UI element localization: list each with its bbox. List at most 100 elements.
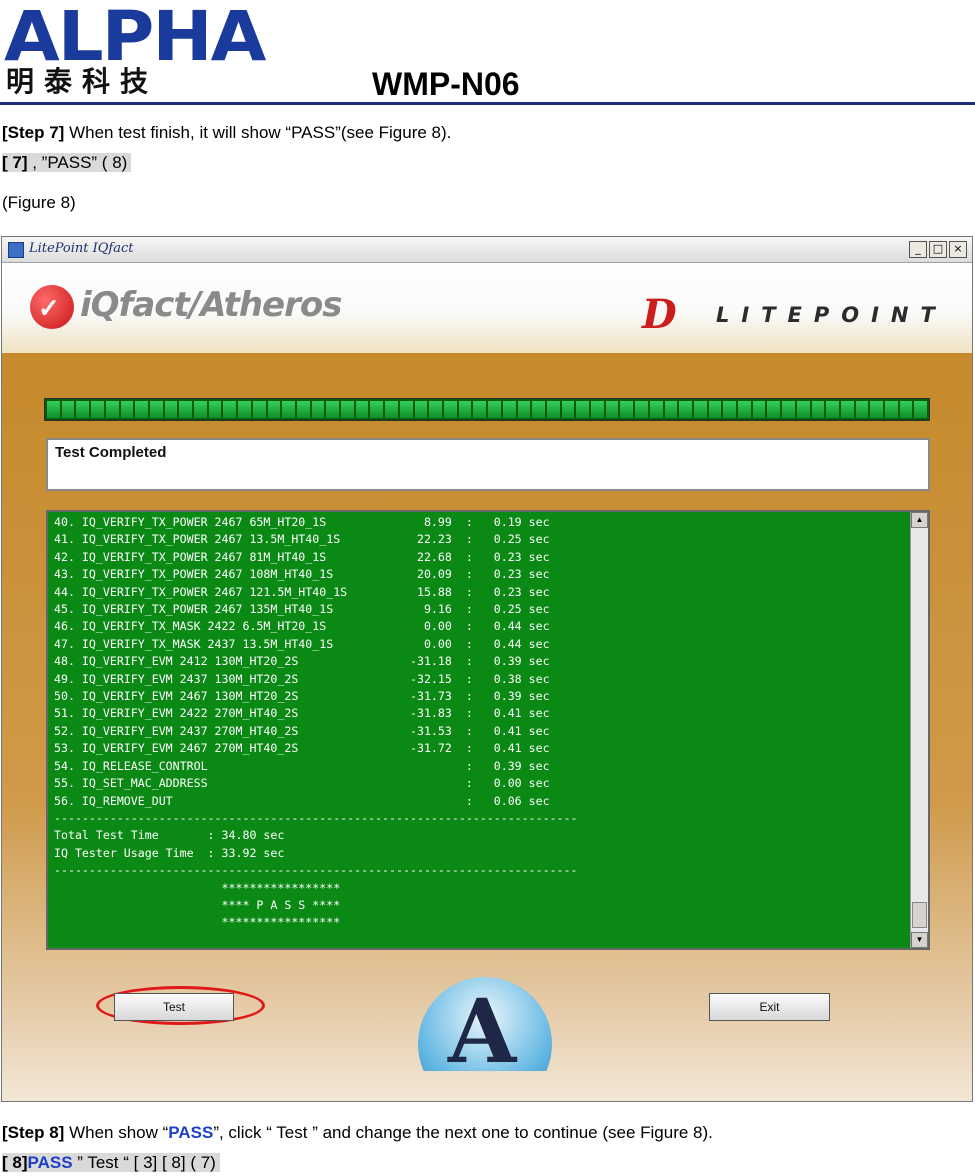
litepoint-logo-icon: D [642,291,677,338]
progress-segment [782,401,795,418]
progress-segment [326,401,340,418]
progress-segment [458,401,472,418]
step8-cn-text: ” Test “ [ 3] [ 8] ( 7) [72,1153,216,1172]
log-line: Total Test Time : 34.80 sec [54,828,285,843]
emblem-letter: A [448,979,517,1071]
step7-text: When test finish, it will show “PASS”(se… [64,123,452,142]
alpha-emblem-icon: A [418,977,552,1071]
step7-paragraph: [Step 7] When test finish, it will show … [2,122,451,144]
log-line: 55. IQ_SET_MAC_ADDRESS : 0.00 sec [54,776,550,791]
progress-segment [179,401,193,418]
log-line: ***************** [54,880,341,895]
step7-cn-paragraph: [ 7] , ”PASS” ( 8) [2,152,132,174]
vendor-name: LITEPOINT [716,303,947,327]
log-line: 45. IQ_VERIFY_TX_POWER 2467 135M_HT40_1S… [54,602,550,617]
progress-segment [267,401,281,418]
step8-pre: When show “ [64,1123,169,1142]
progress-segment [620,401,634,418]
progress-segment [591,401,604,418]
company-logo: ALPHA [4,0,266,76]
step8-cn-paragraph: [ 8]PASS ” Test “ [ 3] [ 8] ( 7) [2,1152,220,1174]
log-line: IQ Tester Usage Time : 33.92 sec [54,845,285,860]
progress-segment [76,401,90,418]
progress-segment [561,401,575,418]
maximize-button[interactable]: □ [929,241,947,258]
progress-segment [429,401,442,418]
log-line: 44. IQ_VERIFY_TX_POWER 2467 121.5M_HT40_… [54,584,550,599]
scroll-thumb[interactable] [912,902,927,928]
progress-segment [61,401,75,418]
iqfact-window: LitePoint IQfact _ □ × ✓ iQfact/Atheros … [1,236,973,1102]
progress-segment [679,401,692,418]
company-logo-cjk: 明泰科技 [6,65,159,98]
progress-segment [693,401,707,418]
progress-segment [811,401,825,418]
progress-segment [870,401,884,418]
progress-segment [399,401,413,418]
progress-segment [282,401,295,418]
progress-segment [649,401,663,418]
progress-segment [252,401,266,418]
progress-segment [164,401,178,418]
progress-segment [723,401,737,418]
progress-segment [855,401,869,418]
close-button[interactable]: × [949,241,967,258]
step8-cn-shading: [ 8]PASS ” Test “ [ 3] [ 8] ( 7) [2,1153,220,1172]
progress-segment [899,401,913,418]
step8-cn-label: [ 8] [2,1153,28,1172]
log-line: 48. IQ_VERIFY_EVM 2412 130M_HT20_2S -31.… [54,654,550,669]
progress-segment [414,401,428,418]
progress-segment [826,401,839,418]
step7-cn-label: [ 7] [2,153,28,172]
progress-segment [546,401,560,418]
progress-segment [796,401,810,418]
progress-segment [443,401,457,418]
log-line: ----------------------------------------… [54,810,578,825]
progress-segment [738,401,751,418]
window-titlebar[interactable]: LitePoint IQfact _ □ × [2,237,972,263]
scroll-down-arrow-icon[interactable]: ▼ [911,932,928,948]
log-line: ***************** [54,915,341,930]
log-line: 49. IQ_VERIFY_EVM 2437 130M_HT20_2S -32.… [54,671,550,686]
progress-segment [296,401,310,418]
progress-segment [105,401,119,418]
log-line: 51. IQ_VERIFY_EVM 2422 270M_HT40_2S -31.… [54,706,550,721]
step7-cn-shading: [ 7] , ”PASS” ( 8) [2,153,132,172]
progress-segment [502,401,516,418]
log-line: 56. IQ_REMOVE_DUT : 0.06 sec [54,793,550,808]
progress-segment [120,401,134,418]
app-banner: ✓ iQfact/Atheros D LITEPOINT [2,263,972,353]
progress-segment [355,401,369,418]
progress-segment [194,401,207,418]
scroll-up-arrow-icon[interactable]: ▲ [911,512,928,528]
test-button[interactable]: Test [114,993,234,1021]
log-line: 41. IQ_VERIFY_TX_POWER 2467 13.5M_HT40_1… [54,532,550,547]
progress-segment [149,401,163,418]
progress-segment [708,401,722,418]
progress-segment [370,401,384,418]
log-line: 50. IQ_VERIFY_EVM 2467 130M_HT20_2S -31.… [54,689,550,704]
progress-segment [311,401,325,418]
step7-label: [Step 7] [2,123,65,142]
log-line: ----------------------------------------… [54,863,578,878]
exit-button[interactable]: Exit [709,993,830,1021]
progress-segment [517,401,531,418]
log-line: 53. IQ_VERIFY_EVM 2467 270M_HT40_2S -31.… [54,741,550,756]
progress-segment [135,401,148,418]
test-log-panel[interactable]: 40. IQ_VERIFY_TX_POWER 2467 65M_HT20_1S … [46,510,930,950]
window-title: LitePoint IQfact [29,241,134,256]
log-scrollbar[interactable]: ▲ ▼ [910,512,928,948]
progress-segment [488,401,501,418]
progress-segment [238,401,251,418]
test-log-lines: 40. IQ_VERIFY_TX_POWER 2467 65M_HT20_1S … [54,514,904,932]
progress-segment [635,401,648,418]
progress-segment [385,401,398,418]
progress-segment [47,401,60,418]
progress-segment [91,401,104,418]
progress-segment [532,401,545,418]
minimize-button[interactable]: _ [909,241,927,258]
step8-post: ”, click “ Test ” and change the next on… [213,1123,713,1142]
progress-segment [605,401,619,418]
header-divider [0,102,975,105]
progress-segment [664,401,678,418]
